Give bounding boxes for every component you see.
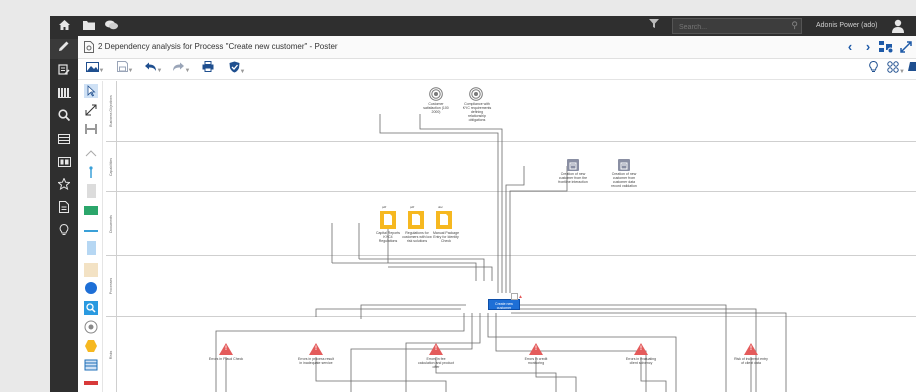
document-label: Capital Reports KYC4 Regulations — [375, 231, 401, 243]
document-badge: pdf — [382, 205, 387, 209]
undo-icon[interactable]: ▼ — [142, 61, 164, 77]
objective-node[interactable] — [469, 87, 483, 101]
red-bar-icon[interactable] — [84, 381, 98, 385]
risk-node[interactable] — [634, 343, 648, 355]
risk-label: Errors in Fraud Check — [208, 357, 244, 361]
risk-marker-icon: ▲ — [518, 294, 523, 300]
document-badge: pdf — [410, 205, 415, 209]
search-field[interactable]: ⚲ — [672, 18, 802, 34]
page-title: 2 Dependency analysis for Process "Creat… — [98, 42, 338, 51]
user-icon[interactable] — [892, 19, 904, 33]
beige-block-icon[interactable] — [84, 263, 98, 277]
capability-node[interactable] — [567, 159, 579, 171]
home-icon[interactable] — [53, 16, 75, 36]
document-node[interactable] — [408, 211, 424, 229]
risk-node[interactable] — [219, 343, 233, 355]
risk-label: Errors in credit monitoring — [524, 357, 548, 365]
green-block-icon[interactable] — [84, 206, 98, 215]
table-icon[interactable] — [84, 358, 98, 372]
risk-label: Errors in process result in inadequate s… — [298, 357, 334, 365]
filter-icon[interactable] — [642, 16, 666, 36]
circle-icon[interactable] — [85, 282, 97, 294]
folder-icon[interactable] — [78, 16, 100, 36]
object-palette — [80, 81, 103, 392]
risk-node[interactable] — [309, 343, 323, 355]
risk-node[interactable] — [429, 343, 443, 355]
hexagon-icon[interactable] — [84, 339, 98, 353]
diagram-canvas[interactable]: Business Objectives Capabilities Documen… — [106, 81, 916, 392]
table-icon[interactable] — [50, 131, 78, 151]
grey-block-icon[interactable] — [87, 184, 96, 198]
grid-icon[interactable]: ▼ — [886, 61, 906, 77]
connector-icon[interactable] — [84, 103, 98, 117]
eye-icon[interactable] — [84, 320, 98, 334]
objective-label: Customer satisfaction (100 2000) — [423, 102, 449, 114]
magnifier-icon[interactable] — [84, 301, 98, 315]
risk-node[interactable] — [744, 343, 758, 355]
chat-icon[interactable] — [100, 16, 122, 36]
title-bar: 2 Dependency analysis for Process "Creat… — [78, 36, 916, 59]
star-icon[interactable] — [50, 177, 78, 197]
document-node[interactable] — [436, 211, 452, 229]
capability-node[interactable] — [618, 159, 630, 171]
lightbulb-icon[interactable] — [866, 60, 880, 77]
left-navigation — [50, 36, 78, 392]
risk-label: Errors in fee calculation and product of… — [418, 357, 454, 369]
search-icon[interactable] — [50, 108, 78, 128]
edit-list-icon[interactable] — [50, 62, 78, 82]
top-bar: ⚲ Adonis Power (ado) — [50, 16, 916, 36]
horizontal-line-icon[interactable] — [84, 230, 98, 232]
process-label: Create new customer — [495, 302, 513, 310]
risk-node[interactable] — [529, 343, 543, 355]
expand-icon[interactable] — [898, 38, 914, 56]
dashboard-icon[interactable] — [50, 154, 78, 174]
document-node[interactable] — [380, 211, 396, 229]
diagram-toolbar: ▼ ▼ ▼ ▼ ▼ ▼ — [78, 59, 916, 80]
objective-node[interactable] — [429, 87, 443, 101]
print-icon[interactable] — [200, 61, 216, 77]
search-input[interactable] — [677, 20, 785, 34]
spacer-icon[interactable] — [84, 122, 98, 136]
document-label: Manual Package Entry for Identity Check — [432, 231, 460, 243]
document-badge: doc — [438, 205, 443, 209]
library-icon[interactable] — [50, 85, 78, 105]
arrow-up-icon[interactable] — [84, 147, 98, 161]
shield-check-icon[interactable]: ▼ — [226, 61, 248, 77]
pencil-icon[interactable] — [50, 39, 78, 59]
model-link-icon[interactable] — [511, 293, 518, 300]
objective-label: Compliance with KYC requirements definin… — [462, 102, 492, 122]
document-icon[interactable] — [50, 200, 78, 220]
redo-icon[interactable]: ▼ — [170, 61, 192, 77]
capability-label: Creation of new customer from customer d… — [611, 172, 637, 188]
document-label: Regulations for customers with low risk … — [402, 231, 432, 243]
save-icon[interactable]: ▼ — [114, 61, 136, 77]
chevron-left-icon[interactable]: ‹ — [842, 38, 858, 56]
lightbulb-icon[interactable] — [50, 223, 78, 243]
risk-label: Errors in evaluating client solvency — [625, 357, 657, 365]
risk-label: Risk of incorrect entry of client data — [734, 357, 768, 365]
chevron-right-icon[interactable]: › — [860, 38, 876, 56]
model-document-icon — [84, 40, 94, 53]
vertical-line-icon[interactable] — [84, 165, 98, 179]
pointer-icon[interactable] — [84, 84, 98, 98]
book-icon[interactable] — [908, 61, 916, 77]
network-icon[interactable] — [878, 38, 894, 56]
app-window: ⚲ Adonis Power (ado) — [50, 16, 916, 392]
image-icon[interactable]: ▼ — [84, 61, 106, 77]
process-node[interactable]: Create new customer — [488, 299, 520, 310]
blue-block-icon[interactable] — [87, 241, 96, 255]
user-name[interactable]: Adonis Power (ado) — [816, 16, 877, 36]
capability-label: Creation of new customer from the frontl… — [558, 172, 588, 184]
search-icon[interactable]: ⚲ — [791, 20, 798, 31]
